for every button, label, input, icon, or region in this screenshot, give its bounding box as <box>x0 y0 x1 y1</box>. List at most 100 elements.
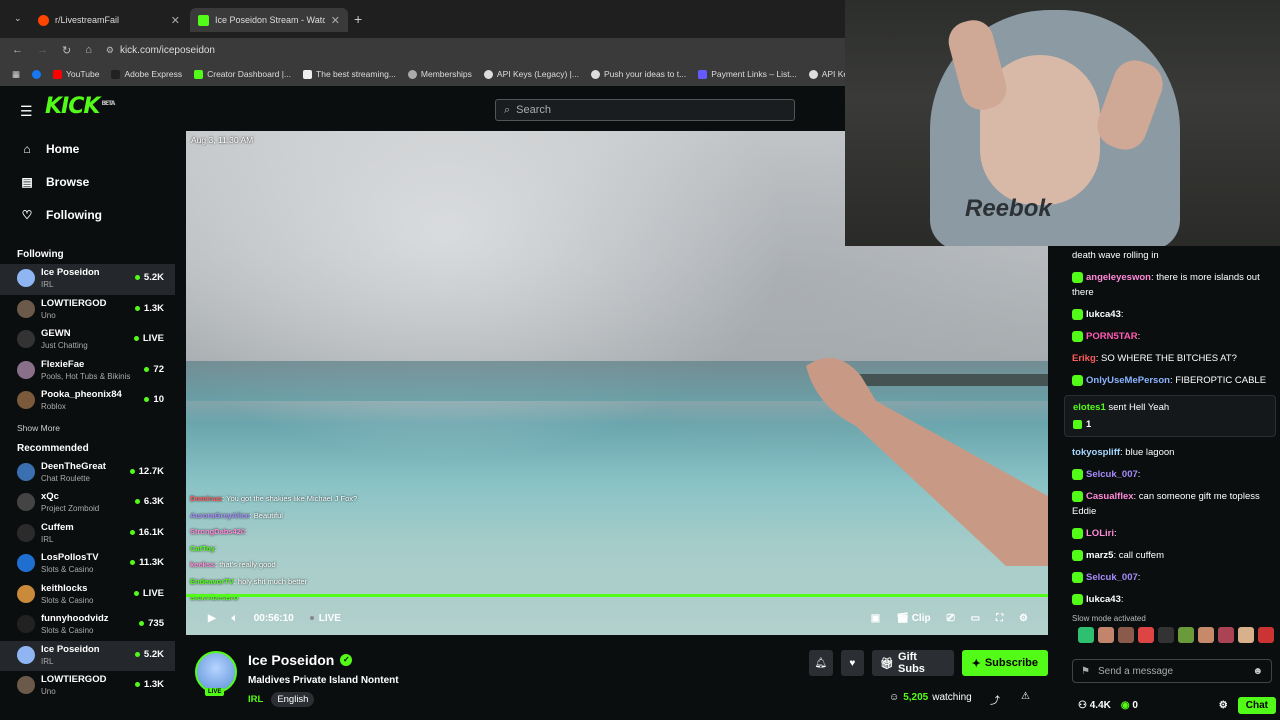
apps-grid-icon[interactable]: ▦ <box>12 69 20 80</box>
sidebar-channel[interactable]: Pooka_pheonix84 Roblox 10 <box>0 386 175 417</box>
back-icon[interactable]: ← <box>12 44 23 56</box>
sidebar-channel[interactable]: GEWN Just Chatting LIVE <box>0 325 175 356</box>
sidebar-channel[interactable]: DeenTheGreat Chat Roulette 12.7K <box>0 458 175 489</box>
points-icon: ◉ <box>1120 699 1130 711</box>
sidebar-channel[interactable]: funnyhoodvidz Slots & Casino 735 <box>0 610 175 641</box>
theater-mode-icon[interactable]: ▣ <box>871 613 880 624</box>
bookmark-memberships[interactable]: Memberships <box>407 69 472 79</box>
emote-icon[interactable] <box>1098 627 1114 643</box>
captions-icon[interactable]: ⎚ <box>947 613 955 624</box>
chat-send-button[interactable]: Chat <box>1237 696 1276 714</box>
emote-icon[interactable] <box>1138 627 1154 643</box>
forward-icon[interactable]: → <box>37 44 48 56</box>
site-info-icon[interactable]: ⚙ <box>106 45 114 56</box>
chat-username[interactable]: Selcuk_007 <box>1086 572 1138 583</box>
bookmark-youtube[interactable]: YouTube <box>53 69 99 79</box>
kicks-counter[interactable]: ⚇ 4.4K <box>1078 700 1111 711</box>
follow-heart-icon[interactable]: ♥ <box>840 650 865 676</box>
settings-icon[interactable]: ⚙ <box>1019 613 1028 624</box>
volume-icon[interactable]: 🔈︎ <box>232 613 238 624</box>
bookmark-streaming[interactable]: The best streaming... <box>303 69 396 79</box>
bookmark-api-keys[interactable]: API Keys - Re <box>808 69 845 79</box>
notify-bell-icon[interactable]: 🔔︎ <box>809 650 833 676</box>
chat-username[interactable]: PORN5TAR <box>1086 331 1138 342</box>
streamer-name[interactable]: Ice Poseidon <box>248 652 334 668</box>
chat-username[interactable]: Casualflex <box>1086 491 1134 502</box>
gift-subs-button[interactable]: 🎁︎ Gift Subs <box>872 650 954 676</box>
tab-kick-stream[interactable]: Ice Poseidon Stream - Watch Li ✕ <box>190 8 348 32</box>
emote-icon[interactable] <box>1118 627 1134 643</box>
close-tab-icon[interactable]: ✕ <box>171 14 180 27</box>
nav-browse[interactable]: ▤ Browse <box>0 165 175 198</box>
bookmark-creator-dashboard[interactable]: Creator Dashboard |... <box>194 69 291 79</box>
sidebar-channel[interactable]: Cuffem IRL 16.1K <box>0 519 175 550</box>
new-tab-icon[interactable]: + <box>354 11 362 27</box>
github-icon <box>590 69 600 79</box>
emote-icon[interactable] <box>1218 627 1234 643</box>
reload-icon[interactable]: ↻ <box>62 44 71 57</box>
chat-settings-gear-icon[interactable]: ⚙ <box>1219 700 1228 711</box>
tab-list-chevron-icon[interactable]: ⌄ <box>14 13 22 24</box>
emote-icon[interactable] <box>1178 627 1194 643</box>
chat-username[interactable]: marz5 <box>1086 550 1113 561</box>
chat-username[interactable]: LOLiri <box>1086 528 1114 539</box>
emote-icon[interactable] <box>1198 627 1214 643</box>
heart-icon: ♡ <box>21 207 33 222</box>
share-icon[interactable]: ⤴ <box>990 692 1000 707</box>
sidebar-channel[interactable]: FlexieFae Pools, Hot Tubs & Bikinis 72 <box>0 356 175 387</box>
streamer-avatar[interactable] <box>195 651 237 693</box>
emote-icon[interactable] <box>1158 627 1174 643</box>
emote-icon[interactable] <box>1238 627 1254 643</box>
emote-icon[interactable] <box>1258 627 1274 643</box>
points-counter[interactable]: ◉ 0 <box>1121 700 1138 711</box>
live-badge: LIVE <box>205 688 225 696</box>
sidebar-channel[interactable]: LOWTIERGOD Uno 1.3K <box>0 295 175 326</box>
emote-icon[interactable] <box>1078 627 1094 643</box>
bookmark-push-ideas[interactable]: Push your ideas to t... <box>590 69 686 79</box>
home-browser-icon[interactable]: ⌂ <box>85 44 92 56</box>
bookmark-api-keys-legacy[interactable]: API Keys (Legacy) |... <box>483 69 579 79</box>
show-more-button[interactable]: Show More <box>0 417 175 439</box>
chat-username[interactable]: angeleyeswon <box>1086 272 1151 283</box>
subscribe-button[interactable]: ✦ Subscribe <box>961 650 1049 676</box>
chat-username[interactable]: tokyospliff <box>1072 447 1120 458</box>
chat-username[interactable]: Selcuk_007 <box>1086 469 1138 480</box>
chat-message: lukca43: <box>1048 307 1280 322</box>
bookmark-facebook[interactable] <box>32 69 42 79</box>
nav-home[interactable]: ⌂ Home <box>0 132 175 165</box>
sidebar-channel[interactable]: LOWTIERGOD Uno 1.3K <box>0 671 175 702</box>
clip-button[interactable]: 🎬︎ Clip <box>896 613 930 624</box>
bookmark-payment-links[interactable]: Payment Links – List... <box>698 69 797 79</box>
sidebar-channel[interactable]: Ice Poseidon IRL 5.2K <box>0 640 175 671</box>
report-icon[interactable]: ⚠ <box>1021 691 1030 702</box>
close-tab-icon[interactable]: ✕ <box>331 14 340 27</box>
menu-icon[interactable]: ☰ <box>20 103 33 120</box>
gift-user[interactable]: elotes1 <box>1073 402 1106 413</box>
chat-input[interactable]: ⚑ Send a message ☻ <box>1072 659 1272 683</box>
category-link[interactable]: IRL <box>248 694 263 705</box>
tab-livestreamfail[interactable]: r/LivestreamFail ✕ <box>30 8 188 32</box>
chat-username[interactable]: Erikg <box>1072 353 1096 364</box>
channel-avatar <box>17 584 35 603</box>
sidebar-channel[interactable]: Ice Poseidon IRL 5.2K <box>0 264 175 295</box>
sidebar-channel[interactable]: LosPollosTV Slots & Casino 11.3K <box>0 549 175 580</box>
overlay-chat-line: EndeavorTV: holy shit much better <box>190 574 357 591</box>
sidebar-channel[interactable]: xQc Project Zomboid 6.3K <box>0 488 175 519</box>
language-tag[interactable]: English <box>271 692 315 707</box>
kick-logo[interactable]: KICK BETA <box>45 94 115 119</box>
sidebar-channel[interactable]: keithlocks Slots & Casino LIVE <box>0 580 175 611</box>
search-input[interactable]: ⌕ Search <box>495 99 795 121</box>
emoji-icon[interactable]: ☻ <box>1252 666 1263 677</box>
nav-following[interactable]: ♡ Following <box>0 198 175 231</box>
chat-username[interactable]: lukca43 <box>1086 309 1121 320</box>
url-field[interactable]: kick.com/iceposeidon <box>120 45 215 56</box>
progress-bar[interactable] <box>186 594 1048 597</box>
chat-username[interactable]: OnlyUseMePerson <box>1086 375 1170 386</box>
fullscreen-icon[interactable]: ⛶ <box>996 613 1003 624</box>
chat-badge-icon <box>1072 375 1083 386</box>
play-icon[interactable]: ▶ <box>208 613 216 624</box>
chat-username[interactable]: lukca43 <box>1086 594 1121 605</box>
miniplayer-icon[interactable]: ▭ <box>971 613 980 624</box>
bookmark-adobe[interactable]: Adobe Express <box>111 69 182 79</box>
stream-info: LIVE Ice Poseidon ✓ Maldives Private Isl… <box>186 635 1049 720</box>
